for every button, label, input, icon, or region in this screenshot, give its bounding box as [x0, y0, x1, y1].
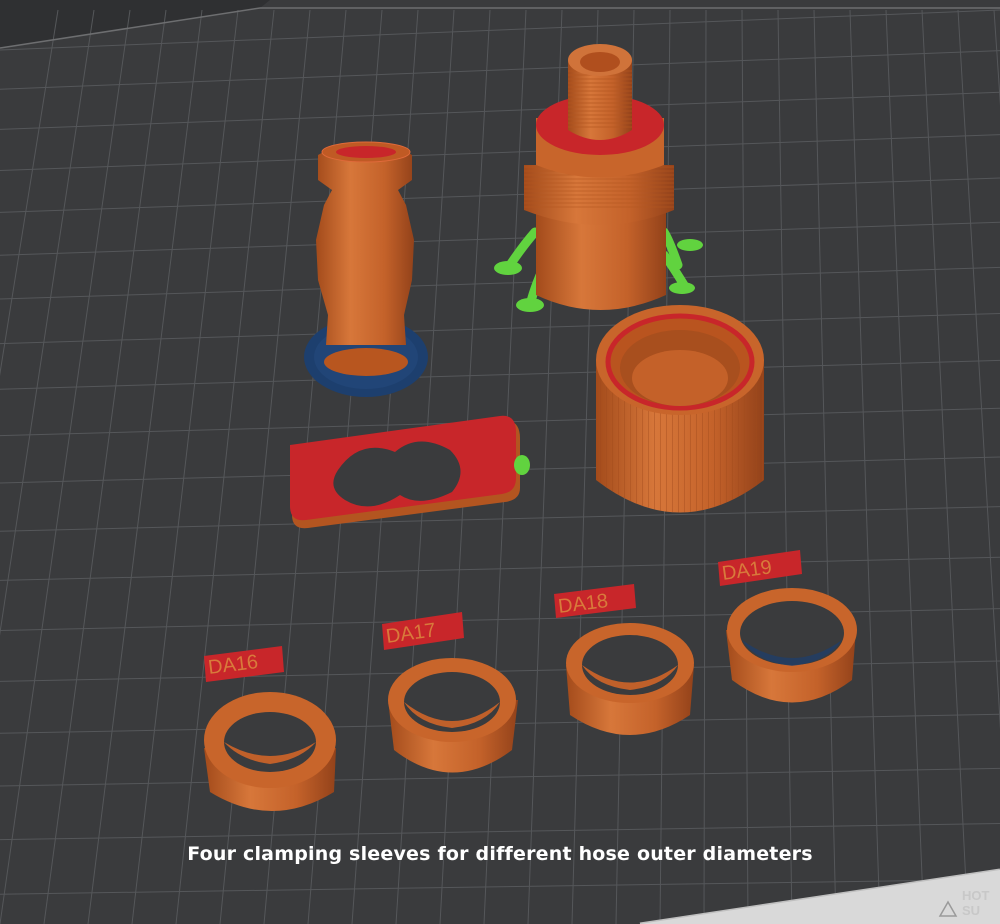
print-bed-viewport[interactable]: HOT SU DA16 DA17 DA18 DA19	[0, 0, 1000, 924]
clamping-sleeve-da18[interactable]	[566, 623, 694, 735]
caption: Four clamping sleeves for different hose…	[187, 843, 813, 865]
clamping-sleeve-da17[interactable]	[388, 658, 518, 773]
logo-line2: SU	[962, 903, 980, 918]
logo-line1: HOT	[962, 888, 990, 903]
clamping-sleeve-da16[interactable]	[204, 692, 336, 811]
clamping-sleeve-da19[interactable]	[726, 588, 857, 703]
tapered-nozzle-part[interactable]	[304, 141, 428, 397]
ribbed-cap-nut[interactable]	[596, 305, 764, 513]
